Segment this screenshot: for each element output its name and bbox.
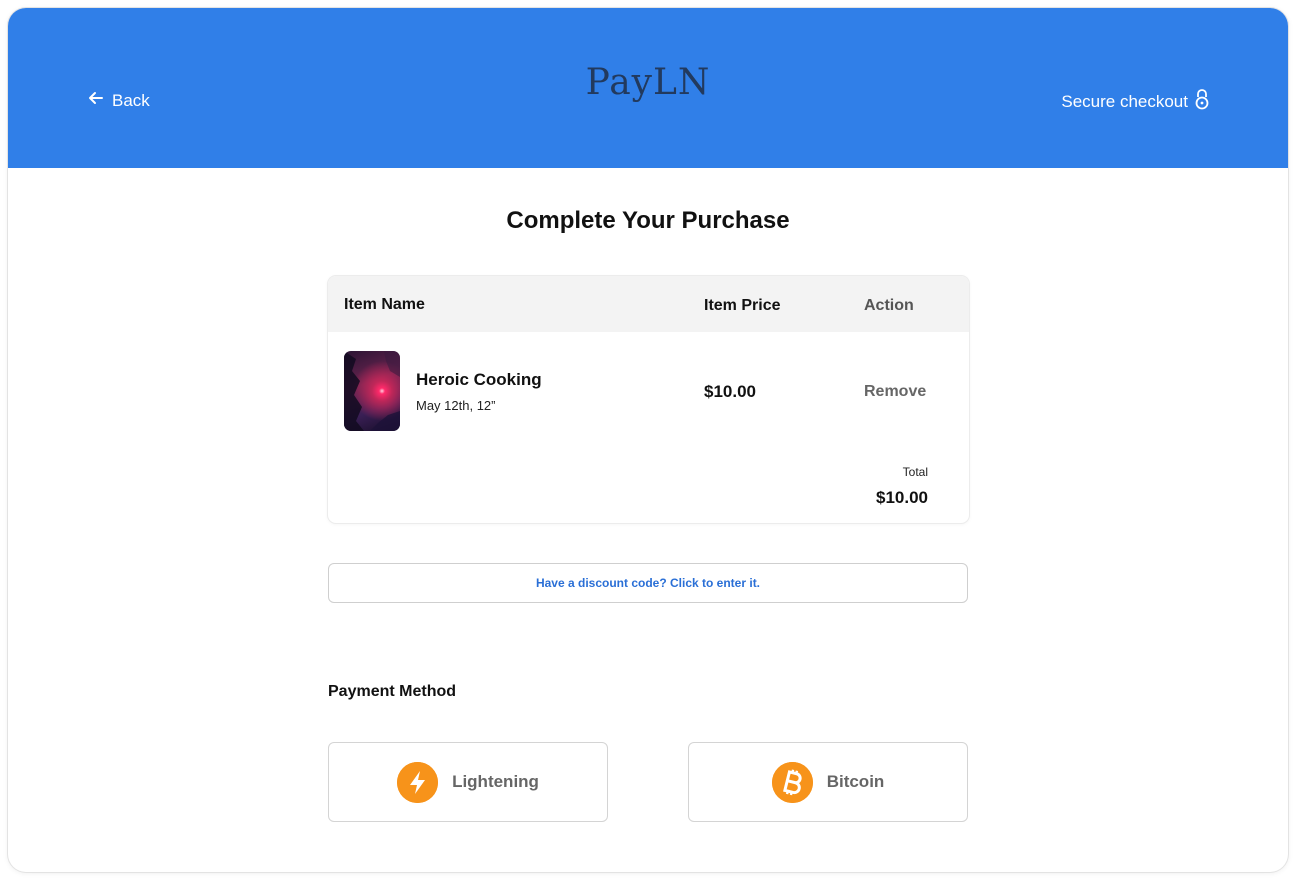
bitcoin-icon (771, 761, 813, 803)
payment-option-label: Lightening (452, 772, 539, 791)
cart-table: Item Name Item Price Action Heroic Cooki… (328, 276, 969, 523)
remove-item-button[interactable]: Remove (864, 383, 926, 401)
payment-option-lightning[interactable]: Lightening (328, 742, 608, 822)
column-action: Action (864, 297, 914, 314)
payment-method-title: Payment Method (328, 683, 457, 700)
discount-code-label: Have a discount code? Click to enter it. (535, 576, 761, 590)
payment-option-bitcoin[interactable]: Bitcoin (688, 742, 968, 822)
lock-icon (1194, 88, 1210, 115)
item-subtitle: May 12th, 12” (416, 398, 496, 413)
total-value: $10.00 (876, 488, 928, 507)
item-price: $10.00 (704, 382, 756, 401)
secure-checkout-label: Secure checkout (1061, 91, 1188, 111)
page-title: Complete Your Purchase (506, 207, 790, 234)
secure-checkout-indicator: Secure checkout (1061, 88, 1210, 115)
item-thumbnail (344, 351, 400, 431)
column-item-name: Item Name (344, 296, 425, 313)
total-label: Total (902, 465, 928, 479)
discount-code-button[interactable]: Have a discount code? Click to enter it. (328, 563, 968, 603)
column-item-price: Item Price (704, 297, 781, 314)
cart-table-header: Item Name Item Price Action (328, 276, 969, 332)
payment-option-label: Bitcoin (826, 772, 885, 791)
lightning-icon (397, 761, 439, 803)
item-title: Heroic Cooking (416, 370, 542, 389)
checkout-window: Back PayLN Secure checkout Complete Your… (8, 8, 1288, 872)
header-bar: Back PayLN Secure checkout (8, 8, 1288, 168)
